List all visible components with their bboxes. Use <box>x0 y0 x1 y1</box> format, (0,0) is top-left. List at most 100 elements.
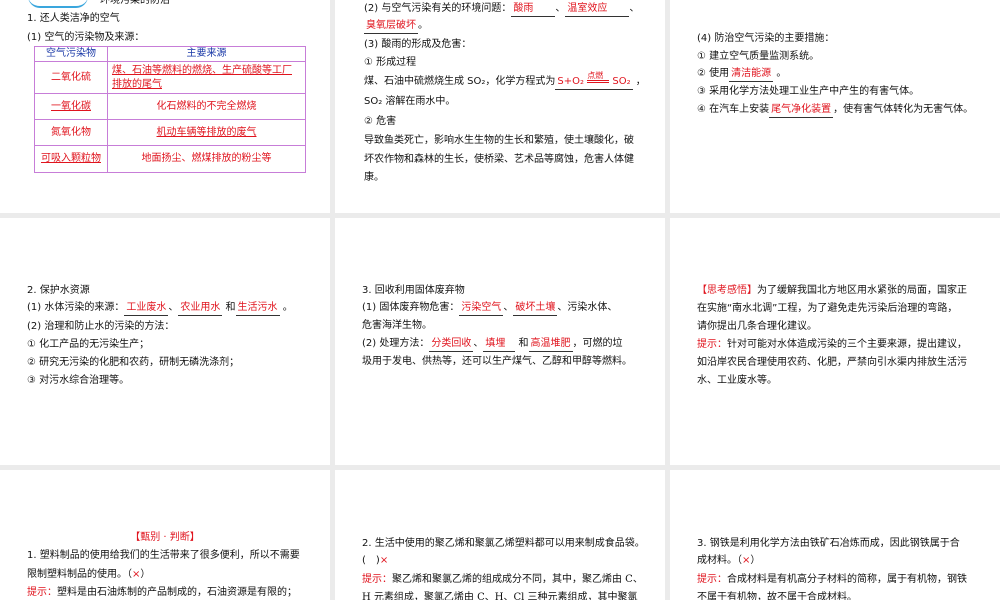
eq-arrow: 点燃 <box>587 71 610 83</box>
text-line: 提示：聚乙烯和聚氯乙烯的组成成分不同，其中，聚乙烯由 C、 <box>362 573 643 587</box>
text-line: 在实施“南水北调”工程，为了避免走先污染后治理的弯路， <box>697 303 958 314</box>
text-line: 2. 生活中使用的聚乙烯和聚氯乙烯塑料都可以用来制成食品袋。 <box>362 538 645 549</box>
slide-judge-2: 2. 生活中使用的聚乙烯和聚氯乙烯塑料都可以用来制成食品袋。 ( )× 提示：聚… <box>335 470 665 600</box>
text-line: 不属于有机物，故不属于合成材料。 <box>697 592 857 600</box>
text-line: H 元素组成，聚氯乙烯由 C、H、Cl 三种元素组成，其中聚氯 <box>362 592 638 600</box>
table-row: 氮氧化物 机动车辆等排放的废气 <box>34 119 306 146</box>
text-line: (2) 与空气污染有关的环境问题： 酸雨、温室效应、 <box>364 2 639 17</box>
text-line: 成材料。（×） <box>697 554 760 568</box>
text: ，可燃的垃 <box>572 338 623 349</box>
table-cell: 二氧化硫 <box>34 61 108 94</box>
answer-mark: × <box>379 555 389 566</box>
subheading: (1) 空气的污染物及来源： <box>27 32 145 43</box>
table-header: 主要来源 <box>107 46 306 62</box>
text-line: ② 研究无污染的化肥和农药，研制无磷洗涤剂； <box>27 357 240 368</box>
text-line: 提示：合成材料是有机高分子材料的简称，属于有机物，钢铁 <box>697 573 967 587</box>
text-line: (2) 处理方法： 分类回收、填埋 和高温堆肥 ，可燃的垃 <box>362 337 623 352</box>
heading: 1. 还人类洁净的空气 <box>27 13 120 24</box>
heading: 2. 保护水资源 <box>27 285 90 296</box>
text-line: ( )× <box>362 554 388 568</box>
text-line: ④ 在汽车上安装 尾气净化装置 ，使有害气体转化为无害气体。 <box>697 103 973 118</box>
text-line: ① 化工产品的无污染生产； <box>27 339 150 350</box>
text: (2) 处理方法： <box>362 338 430 349</box>
table-cell: 一氧化碳 <box>34 93 108 120</box>
pollutant-table: 空气污染物 主要来源 二氧化硫 煤、石油等燃料的燃烧、生产硫酸等工厂 排放的尾气 一氧… <box>34 46 306 173</box>
slide-reflection: 【思考感悟】为了缓解我国北方地区用水紧张的局面，国家正 在实施“南水北调”工程，… <box>670 218 1000 465</box>
answer: 填埋 <box>483 337 516 352</box>
answer: 破坏土壤 <box>513 301 558 316</box>
text-line: 如沿岸农民合理使用农药、化肥，严禁向引水渠内排放生活污 <box>697 357 967 368</box>
answer: 工业废水 <box>124 301 169 316</box>
text: 针对可能对水体造成污染的三个主要来源，提出建议， <box>727 339 967 350</box>
hint-label: 提示： <box>697 574 727 585</box>
table-cell: 可吸入颗粒物 <box>34 145 108 173</box>
slide-water-protection: 2. 保护水资源 (1) 水体污染的来源： 工业废水、农业用水 和生活污水 。 (… <box>0 218 330 465</box>
table-cell: 机动车辆等排放的废气 <box>107 119 306 146</box>
text: 为了缓解我国北方地区用水紧张的局面，国家正 <box>757 285 967 296</box>
section-title: 【甄别 · 判断】 <box>130 532 200 543</box>
text: ② 使用 <box>697 68 730 79</box>
cell-text: 煤、石油等燃料的燃烧、生产硫酸等工厂 <box>112 64 292 76</box>
text-line: 导致鱼类死亡，影响水生生物的生长和繁殖，使土壤酸化，破 <box>364 135 634 146</box>
section-header: 环境污染的防治 <box>100 0 170 6</box>
answer: 分类回收 <box>429 337 474 352</box>
answer: 污染空气 <box>459 301 504 316</box>
hint-label: 提示： <box>27 587 57 598</box>
text-line: ② 使用 清洁能源 。 <box>697 67 786 82</box>
text: 煤、石油中硫燃烧生成 SO₂，化学方程式为 <box>364 76 556 87</box>
text-line: ② 危害 <box>364 116 397 127</box>
answer: 臭氧层破坏 <box>364 19 418 34</box>
table-row: 可吸入颗粒物 地面扬尘、燃煤排放的粉尘等 <box>34 145 306 173</box>
text: (1) 水体污染的来源： <box>27 302 125 313</box>
table-cell: 氮氧化物 <box>34 119 108 146</box>
answer: 尾气净化装置 <box>769 103 834 118</box>
text-line: ① 建立空气质量监测系统。 <box>697 51 820 62</box>
text-line: ③ 采用化学方法处理工业生产中产生的有害气体。 <box>697 86 920 97</box>
slide-judge-1: 【甄别 · 判断】 1. 塑料制品的使用给我们的生活带来了很多便利，所以不需要 … <box>0 470 330 600</box>
answer: 农业用水 <box>178 301 223 316</box>
slide-acid-rain: (2) 与空气污染有关的环境问题： 酸雨、温室效应、 臭氧层破坏。 (3) 酸雨的… <box>335 0 665 213</box>
text-line: ③ 对污水综合治理等。 <box>27 375 130 386</box>
text-line: SO₂ 溶解在雨水中。 <box>364 96 456 107</box>
table-cell: 地面扬尘、燃煤排放的粉尘等 <box>107 145 306 173</box>
slide-air-measures: (4) 防治空气污染的主要措施： ① 建立空气质量监测系统。 ② 使用 清洁能源 … <box>670 0 1000 213</box>
text: 和 <box>518 338 529 349</box>
equation: S+O₂ 点燃 SO₂ <box>555 71 633 90</box>
text: 合成材料是有机高分子材料的简称，属于有机物，钢铁 <box>727 574 967 585</box>
text-line: 请你提出几条合理化建议。 <box>697 321 817 332</box>
text: 塑料是由石油炼制的产品制成的，石油资源是有限的； <box>57 587 297 598</box>
text-line: 1. 塑料制品的使用给我们的生活带来了很多便利，所以不需要 <box>27 550 300 561</box>
table-header: 空气污染物 <box>34 46 108 62</box>
text-line: (4) 防治空气污染的主要措施： <box>697 33 835 44</box>
eq-condition: 点燃 <box>587 70 604 80</box>
text-line: 【思考感悟】为了缓解我国北方地区用水紧张的局面，国家正 <box>697 284 967 298</box>
table-cell: 煤、石油等燃料的燃烧、生产硫酸等工厂 排放的尾气 <box>107 61 306 94</box>
text-line: 3. 钢铁是利用化学方法由铁矿石冶炼而成，因此钢铁属于合 <box>697 538 960 549</box>
answer: 高温堆肥 <box>528 337 573 352</box>
table-cell: 化石燃料的不完全燃烧 <box>107 93 306 120</box>
eq-right: SO₂ <box>612 76 631 87</box>
text-line: (3) 酸雨的形成及危害： <box>364 39 472 50</box>
text-line: 圾用于发电、供热等，还可以生产煤气、乙醇和甲醇等燃料。 <box>362 356 632 367</box>
text-line: (1) 水体污染的来源： 工业废水、农业用水 和生活污水 。 <box>27 301 293 316</box>
table-row: 二氧化硫 煤、石油等燃料的燃烧、生产硫酸等工厂 排放的尾气 <box>34 61 306 94</box>
text: (2) 与空气污染有关的环境问题： <box>364 3 512 14</box>
answer: 生活污水 <box>235 301 280 316</box>
text-line: ① 形成过程 <box>364 57 417 68</box>
eq-left: S+O₂ <box>557 76 585 87</box>
text-line: 康。 <box>364 172 384 183</box>
text-line: 危害海洋生物。 <box>362 320 432 331</box>
answer: 清洁能源 <box>729 67 774 82</box>
answer: 温室效应 <box>565 2 630 17</box>
text: ( ) <box>362 555 380 566</box>
text-line: 提示：塑料是由石油炼制的产品制成的，石油资源是有限的； <box>27 586 297 600</box>
text: ） <box>140 569 151 580</box>
slide-judge-3: 3. 钢铁是利用化学方法由铁矿石冶炼而成，因此钢铁属于合 成材料。（×） 提示：… <box>670 470 1000 600</box>
text: 、污染水体、 <box>557 302 618 313</box>
text-line: (2) 治理和防止水的污染的方法： <box>27 321 175 332</box>
text: 聚乙烯和聚氯乙烯的组成成分不同，其中，聚乙烯由 C、 <box>392 574 643 585</box>
text: ） <box>750 555 761 566</box>
text: 和 <box>225 302 236 313</box>
text: 成材料。（ <box>697 555 742 566</box>
text-line: 限制塑料制品的使用。（×） <box>27 568 150 582</box>
